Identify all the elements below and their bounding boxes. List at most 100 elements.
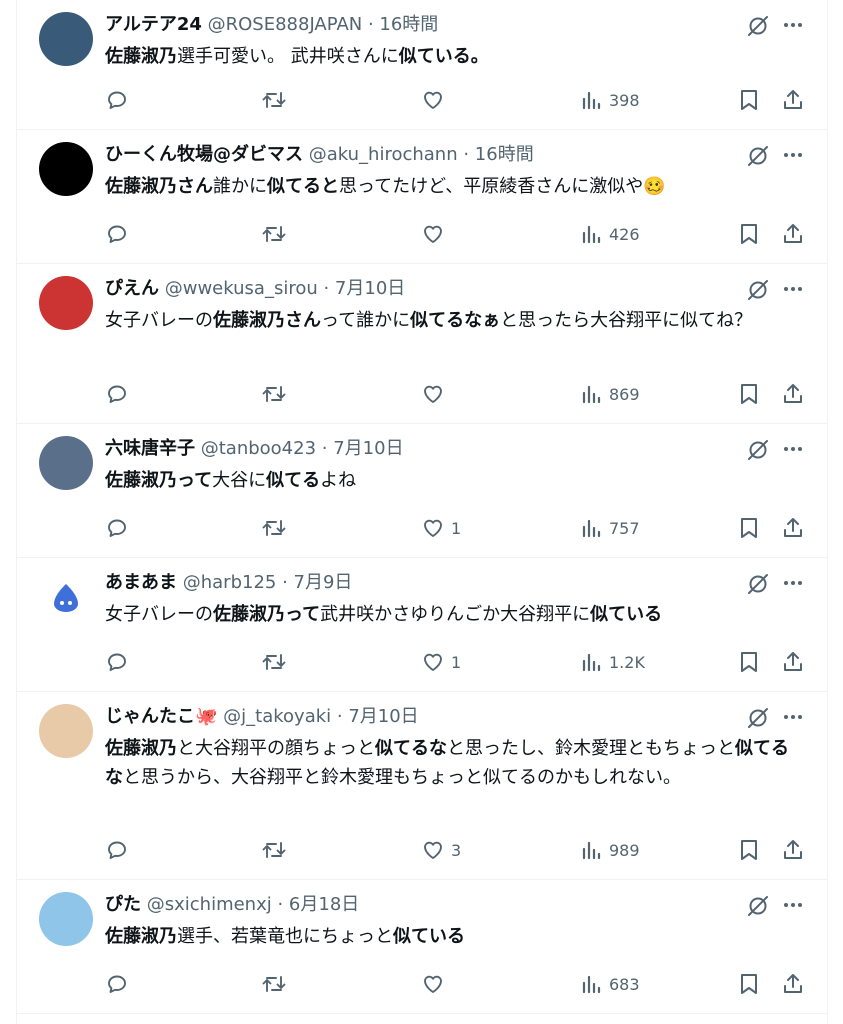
- retweet-button[interactable]: [261, 514, 287, 542]
- avatar[interactable]: [39, 276, 93, 330]
- reply-button[interactable]: [105, 836, 129, 864]
- grok-icon[interactable]: [745, 893, 769, 917]
- grok-icon[interactable]: [745, 571, 769, 595]
- text-segment: 女子バレーの: [105, 604, 213, 625]
- handle[interactable]: @tanboo423: [201, 438, 316, 459]
- views-button[interactable]: 1.2K: [581, 648, 645, 676]
- share-button[interactable]: [781, 514, 805, 542]
- more-icon[interactable]: [781, 13, 805, 37]
- timestamp[interactable]: 16時間: [379, 14, 438, 35]
- display-name[interactable]: 六味唐辛子: [105, 438, 195, 459]
- highlighted-text: 似てると: [267, 176, 339, 197]
- tweet[interactable]: 六味唐辛子 @tanboo423 · 7月10日 佐藤淑乃って大谷に似てるよね 1 7…: [17, 424, 827, 558]
- avatar[interactable]: [39, 704, 93, 758]
- timestamp[interactable]: 7月10日: [348, 706, 418, 727]
- avatar[interactable]: [39, 436, 93, 490]
- grok-icon[interactable]: [745, 143, 769, 167]
- tweet-text: 佐藤淑乃と大谷翔平の顔ちょっと似てるなと思ったし、鈴木愛理ともちょっと似てるなと…: [105, 734, 805, 792]
- views-button[interactable]: 398: [581, 86, 640, 114]
- bookmark-button[interactable]: [739, 86, 759, 114]
- retweet-button[interactable]: [261, 86, 287, 114]
- retweet-button[interactable]: [261, 220, 287, 248]
- bookmark-button[interactable]: [739, 970, 759, 998]
- avatar[interactable]: [39, 12, 93, 66]
- grok-icon[interactable]: [745, 437, 769, 461]
- handle[interactable]: @aku_hirochann: [309, 144, 458, 165]
- like-button[interactable]: [421, 86, 451, 114]
- display-name[interactable]: ぴえん: [105, 278, 159, 299]
- more-icon[interactable]: [781, 277, 805, 301]
- timestamp[interactable]: 7月9日: [294, 572, 353, 593]
- share-button[interactable]: [781, 220, 805, 248]
- share-button[interactable]: [781, 970, 805, 998]
- display-name[interactable]: あまあま: [105, 572, 177, 593]
- bookmark-button[interactable]: [739, 648, 759, 676]
- retweet-button[interactable]: [261, 380, 287, 408]
- bookmark-button[interactable]: [739, 514, 759, 542]
- share-button[interactable]: [781, 380, 805, 408]
- reply-button[interactable]: [105, 86, 129, 114]
- reply-button[interactable]: [105, 380, 129, 408]
- tweet[interactable]: ぴた @sxichimenxj · 6月18日 佐藤淑乃選手、若葉竜也にちょっと似…: [17, 880, 827, 1014]
- avatar[interactable]: [39, 570, 93, 624]
- separator-dot: ·: [317, 278, 335, 299]
- views-button[interactable]: 683: [581, 970, 640, 998]
- bookmark-button[interactable]: [739, 380, 759, 408]
- like-button[interactable]: [421, 220, 451, 248]
- like-button[interactable]: 3: [421, 836, 461, 864]
- avatar[interactable]: [39, 892, 93, 946]
- views-button[interactable]: 869: [581, 380, 640, 408]
- avatar[interactable]: [39, 142, 93, 196]
- tweet[interactable]: ひーくん牧場@ダビマス @aku_hirochann · 16時間 佐藤淑乃さん誰…: [17, 130, 827, 264]
- share-button[interactable]: [781, 86, 805, 114]
- tweet[interactable]: ぴえん @wwekusa_sirou · 7月10日 女子バレーの佐藤淑乃さんって…: [17, 264, 827, 424]
- timestamp[interactable]: 7月10日: [333, 438, 403, 459]
- display-name[interactable]: ぴた: [105, 894, 141, 915]
- bookmark-button[interactable]: [739, 836, 759, 864]
- grok-icon[interactable]: [745, 705, 769, 729]
- share-icon: [781, 382, 805, 406]
- handle[interactable]: @ROSE888JAPAN: [208, 14, 363, 35]
- like-button[interactable]: [421, 380, 451, 408]
- reply-button[interactable]: [105, 970, 129, 998]
- views-button[interactable]: 426: [581, 220, 640, 248]
- retweet-button[interactable]: [261, 836, 287, 864]
- display-name[interactable]: じゃんたこ🐙: [105, 706, 217, 727]
- more-icon[interactable]: [781, 571, 805, 595]
- display-name[interactable]: ひーくん牧場@ダビマス: [105, 144, 303, 165]
- like-button[interactable]: 1: [421, 648, 461, 676]
- views-button[interactable]: 757: [581, 514, 640, 542]
- share-icon: [781, 222, 805, 246]
- reply-button[interactable]: [105, 220, 129, 248]
- handle[interactable]: @harb125: [183, 572, 277, 593]
- more-icon[interactable]: [781, 437, 805, 461]
- more-icon[interactable]: [781, 143, 805, 167]
- handle[interactable]: @wwekusa_sirou: [165, 278, 318, 299]
- retweet-button[interactable]: [261, 648, 287, 676]
- tweet[interactable]: あまあま @harb125 · 7月9日 女子バレーの佐藤淑乃って武井咲かさゆりん…: [17, 558, 827, 692]
- more-icon[interactable]: [781, 705, 805, 729]
- handle[interactable]: @sxichimenxj: [147, 894, 272, 915]
- reply-button[interactable]: [105, 514, 129, 542]
- tweet-text: 佐藤淑乃選手可愛い。 武井咲さんに似ている。: [105, 42, 805, 71]
- retweet-button[interactable]: [261, 970, 287, 998]
- more-icon[interactable]: [781, 893, 805, 917]
- like-button[interactable]: 1: [421, 514, 461, 542]
- bookmark-button[interactable]: [739, 220, 759, 248]
- timestamp[interactable]: 7月10日: [335, 278, 405, 299]
- handle[interactable]: @j_takoyaki: [223, 706, 331, 727]
- grok-icon[interactable]: [745, 13, 769, 37]
- views-button[interactable]: 989: [581, 836, 640, 864]
- reply-button[interactable]: [105, 648, 129, 676]
- display-name[interactable]: アルテア24: [105, 14, 202, 35]
- share-button[interactable]: [781, 648, 805, 676]
- tweet[interactable]: じゃんたこ🐙 @j_takoyaki · 7月10日 佐藤淑乃と大谷翔平の顔ちょっ…: [17, 692, 827, 880]
- share-button[interactable]: [781, 836, 805, 864]
- tweet[interactable]: アルテア24 @ROSE888JAPAN · 16時間 佐藤淑乃選手可愛い。 武井…: [17, 0, 827, 130]
- like-button[interactable]: [421, 970, 451, 998]
- timestamp[interactable]: 6月18日: [289, 894, 359, 915]
- tweet-text: 佐藤淑乃って大谷に似てるよね: [105, 466, 805, 495]
- grok-icon[interactable]: [745, 277, 769, 301]
- reply-icon: [105, 382, 129, 406]
- timestamp[interactable]: 16時間: [475, 144, 534, 165]
